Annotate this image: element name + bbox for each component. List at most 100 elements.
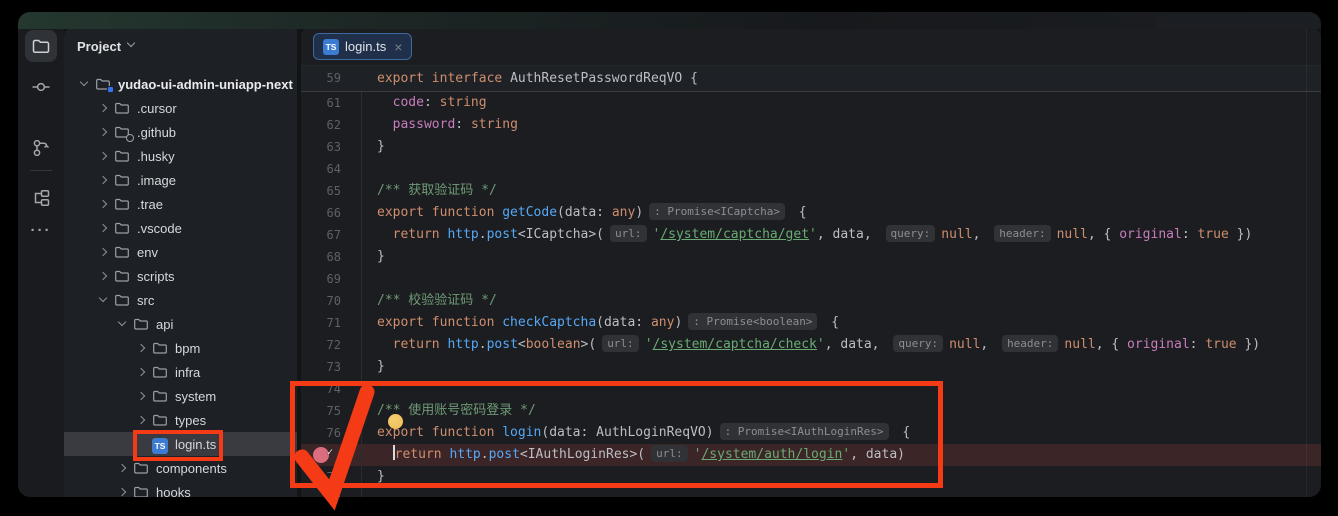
gutter[interactable] <box>341 224 361 246</box>
tree-item-github[interactable]: .github <box>64 120 297 144</box>
line-number[interactable]: 68 <box>301 246 341 268</box>
chevron-right-icon[interactable] <box>116 462 129 474</box>
tree-item-api[interactable]: api <box>64 312 297 336</box>
line-number[interactable]: 79 <box>301 488 341 497</box>
gutter[interactable] <box>341 488 361 497</box>
gutter[interactable] <box>341 422 361 444</box>
code-line-69[interactable]: 69 <box>301 268 1321 290</box>
chevron-right-icon[interactable] <box>116 486 129 497</box>
line-number[interactable]: 70 <box>301 290 341 312</box>
tree-item-bpm[interactable]: bpm <box>64 336 297 360</box>
code-line-78[interactable]: 78} <box>301 466 1321 488</box>
chevron-right-icon[interactable] <box>135 366 148 378</box>
chevron-right-icon[interactable] <box>97 222 110 234</box>
code-line-61[interactable]: 61 code: string <box>301 92 1321 114</box>
gutter[interactable] <box>341 158 361 180</box>
line-number[interactable]: 76 <box>301 422 341 444</box>
code-line-79[interactable]: 79 <box>301 488 1321 497</box>
code-line-68[interactable]: 68} <box>301 246 1321 268</box>
tree-item-login-ts[interactable]: TSlogin.ts <box>64 432 297 456</box>
chevron-right-icon[interactable] <box>135 342 148 354</box>
line-number[interactable]: 67 <box>301 224 341 246</box>
more-icon[interactable]: ··· <box>31 222 52 239</box>
code-line-65[interactable]: 65/** 获取验证码 */ <box>301 180 1321 202</box>
tree-item-types[interactable]: types <box>64 408 297 432</box>
gutter[interactable] <box>341 312 361 334</box>
chevron-right-icon[interactable] <box>97 198 110 210</box>
editor-scrollbar[interactable] <box>1306 28 1307 497</box>
tree-item-husky[interactable]: .husky <box>64 144 297 168</box>
tree-item-hooks[interactable]: hooks <box>64 480 297 497</box>
tree-item-image[interactable]: .image <box>64 168 297 192</box>
line-number[interactable]: 62 <box>301 114 341 136</box>
line-number[interactable]: 74 <box>301 378 341 400</box>
chevron-down-icon[interactable] <box>97 294 110 306</box>
line-number[interactable]: 75 <box>301 400 341 422</box>
code-line-77[interactable]: ✓ return http.post<IAuthLoginRes>(url:'/… <box>301 444 1321 466</box>
gutter[interactable] <box>341 246 361 268</box>
gutter[interactable] <box>341 444 361 466</box>
gutter[interactable] <box>341 180 361 202</box>
tree-item-scripts[interactable]: scripts <box>64 264 297 288</box>
intention-bulb-icon[interactable] <box>388 414 403 429</box>
chevron-right-icon[interactable] <box>97 246 110 258</box>
line-number[interactable]: 72 <box>301 334 341 356</box>
gutter[interactable] <box>341 400 361 422</box>
line-number[interactable]: 63 <box>301 136 341 158</box>
code-line-66[interactable]: 66export function getCode(data: any): Pr… <box>301 202 1321 224</box>
tab-close-icon[interactable]: × <box>394 40 402 54</box>
tree-item-infra[interactable]: infra <box>64 360 297 384</box>
chevron-right-icon[interactable] <box>97 270 110 282</box>
gutter[interactable] <box>341 334 361 356</box>
gutter[interactable] <box>341 268 361 290</box>
code-line-72[interactable]: 72 return http.post<boolean>(url:'/syste… <box>301 334 1321 356</box>
chevron-right-icon[interactable] <box>97 150 110 162</box>
code-line-70[interactable]: 70/** 校验验证码 */ <box>301 290 1321 312</box>
line-number[interactable]: 78 <box>301 466 341 488</box>
gutter[interactable] <box>341 202 361 224</box>
line-number[interactable]: 73 <box>301 356 341 378</box>
tree-item-vscode[interactable]: .vscode <box>64 216 297 240</box>
code-line-64[interactable]: 64 <box>301 158 1321 180</box>
line-number[interactable]: 65 <box>301 180 341 202</box>
gutter[interactable] <box>341 136 361 158</box>
gutter[interactable] <box>341 290 361 312</box>
code-line-62[interactable]: 62 password: string <box>301 114 1321 136</box>
line-number[interactable]: 61 <box>301 92 341 114</box>
tree-item-components[interactable]: components <box>64 456 297 480</box>
chevron-down-icon[interactable] <box>116 318 129 330</box>
code-line-75[interactable]: 75/** 使用账号密码登录 */ <box>301 400 1321 422</box>
chevron-right-icon[interactable] <box>135 390 148 402</box>
chevron-right-icon[interactable] <box>97 126 110 138</box>
code-line-74[interactable]: 74 <box>301 378 1321 400</box>
tree-item-src[interactable]: src <box>64 288 297 312</box>
gutter[interactable] <box>341 66 361 91</box>
line-number[interactable]: 69 <box>301 268 341 290</box>
gutter[interactable] <box>341 92 361 114</box>
version-control-icon[interactable] <box>31 138 51 158</box>
tree-item-env[interactable]: env <box>64 240 297 264</box>
tree-item-yudao-ui-admin-uniapp-next[interactable]: yudao-ui-admin-uniapp-next <box>64 72 297 96</box>
chevron-right-icon[interactable] <box>135 414 148 426</box>
code-editor[interactable]: 61 code: string62 password: string63}646… <box>301 92 1321 497</box>
chevron-right-icon[interactable] <box>97 174 110 186</box>
line-number[interactable]: 66 <box>301 202 341 224</box>
structure-icon[interactable] <box>31 188 51 208</box>
line-number[interactable]: 71 <box>301 312 341 334</box>
gutter[interactable] <box>341 378 361 400</box>
gutter[interactable] <box>341 466 361 488</box>
project-panel-header[interactable]: Project <box>64 28 297 64</box>
line-number[interactable]: 64 <box>301 158 341 180</box>
tree-item-system[interactable]: system <box>64 384 297 408</box>
chevron-right-icon[interactable] <box>97 102 110 114</box>
code-line-67[interactable]: 67 return http.post<ICaptcha>(url:'/syst… <box>301 224 1321 246</box>
chevron-down-icon[interactable] <box>78 78 91 90</box>
commit-icon[interactable] <box>31 77 51 97</box>
tab-login-ts[interactable]: TS login.ts × <box>313 33 412 60</box>
code-line-76[interactable]: 76export function login(data: AuthLoginR… <box>301 422 1321 444</box>
tree-item-cursor[interactable]: .cursor <box>64 96 297 120</box>
breakpoint-verified-icon[interactable]: ✓ <box>313 447 329 463</box>
sidebar-item-project[interactable] <box>25 30 57 62</box>
gutter[interactable] <box>341 356 361 378</box>
code-line-59[interactable]: 59export interface AuthResetPasswordReqV… <box>301 66 1321 91</box>
